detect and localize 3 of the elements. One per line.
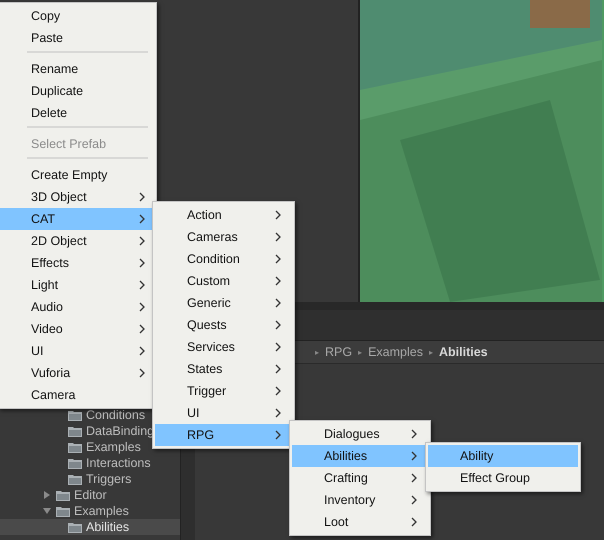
breadcrumb-separator: ▸ [315, 348, 319, 356]
breadcrumb-separator: ▸ [428, 348, 433, 356]
breadcrumb-separator: ▸ [358, 348, 362, 356]
